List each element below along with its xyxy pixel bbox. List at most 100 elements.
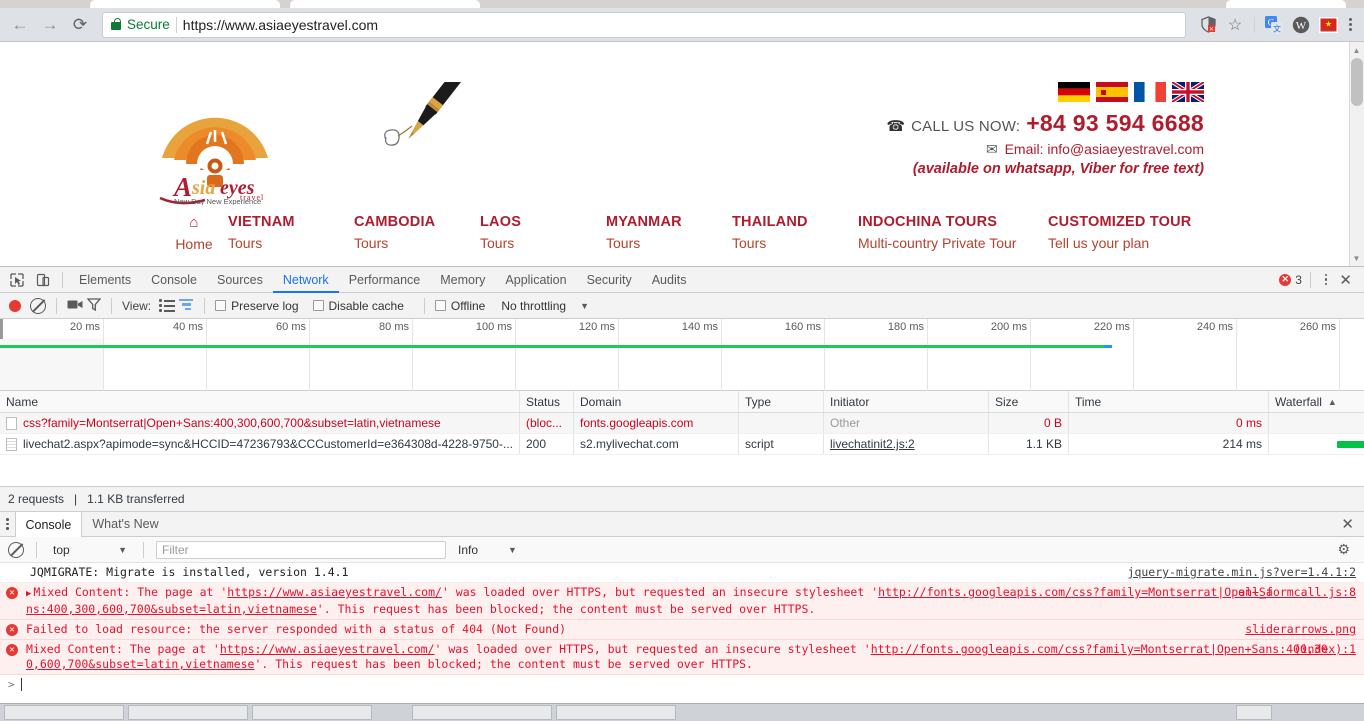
request-name-text: livechat2.aspx?apimode=sync&HCCID=472367… xyxy=(23,437,513,451)
nav-item-indochina-tours[interactable]: INDOCHINA TOURS Multi-country Private To… xyxy=(858,214,1048,252)
back-arrow-icon[interactable]: ← xyxy=(6,11,34,39)
filter-funnel-icon[interactable] xyxy=(86,297,102,314)
column-header-type[interactable]: Type xyxy=(739,391,824,412)
initiator-link[interactable]: livechatinit2.js:2 xyxy=(830,437,915,451)
log-level-select[interactable]: Info ▼ xyxy=(458,543,517,557)
google-translate-icon[interactable]: G文 xyxy=(1262,13,1286,37)
console-source-link[interactable]: all_formcall.js:8 xyxy=(1238,585,1356,600)
reload-icon[interactable]: ⟳ xyxy=(66,11,94,39)
console-message-error[interactable]: ✕ Failed to load resource: the server re… xyxy=(0,620,1364,640)
column-header-domain[interactable]: Domain xyxy=(574,391,739,412)
preserve-log-checkbox[interactable]: Preserve log xyxy=(215,299,299,313)
address-bar[interactable]: Secure https://www.asiaeyestravel.com xyxy=(102,11,1186,38)
inspect-element-icon[interactable] xyxy=(4,268,30,292)
browser-tab[interactable] xyxy=(290,0,480,8)
clear-icon[interactable] xyxy=(30,297,46,314)
table-row[interactable]: css?family=Montserrat|Open+Sans:400,300,… xyxy=(0,413,1364,434)
devtools-close-icon[interactable]: ✕ xyxy=(1335,271,1356,289)
error-count-badge[interactable]: ✕ 3 xyxy=(1279,273,1302,287)
tab-audits[interactable]: Audits xyxy=(642,267,697,293)
tab-network[interactable]: Network xyxy=(273,267,339,293)
tab-security[interactable]: Security xyxy=(577,267,642,293)
request-name[interactable]: css?family=Montserrat|Open+Sans:400,300,… xyxy=(0,413,520,433)
scrollbar-thumb[interactable] xyxy=(1351,58,1363,106)
console-prompt[interactable]: > xyxy=(0,675,1364,694)
console-source-link[interactable]: sliderarrows.png xyxy=(1245,622,1356,637)
clear-console-icon[interactable] xyxy=(8,541,24,558)
scroll-down-arrow-icon[interactable]: ▼ xyxy=(1349,250,1364,266)
column-header-initiator[interactable]: Initiator xyxy=(824,391,989,412)
offline-checkbox[interactable]: Offline xyxy=(434,299,485,313)
taskbar-item[interactable] xyxy=(412,705,552,720)
nav-item-cambodia[interactable]: CAMBODIA Tours xyxy=(354,214,480,252)
console-message-info[interactable]: JQMIGRATE: Migrate is installed, version… xyxy=(0,563,1364,583)
wordpress-icon[interactable]: W xyxy=(1289,13,1313,37)
three-dot-menu-icon[interactable] xyxy=(1343,18,1358,31)
flag-germany[interactable] xyxy=(1058,82,1090,102)
sidebar-item-home[interactable]: ⌂ Home xyxy=(160,214,228,252)
chevron-down-icon[interactable]: ▼ xyxy=(580,301,589,311)
request-name[interactable]: livechat2.aspx?apimode=sync&HCCID=472367… xyxy=(0,434,520,454)
adblock-icon[interactable]: ✕ xyxy=(1196,13,1220,37)
console-message-error[interactable]: ✕ Mixed Content: The page at 'https://ww… xyxy=(0,640,1364,675)
column-header-name[interactable]: Name xyxy=(0,391,520,412)
star-icon[interactable]: ☆ xyxy=(1223,13,1247,37)
tab-memory[interactable]: Memory xyxy=(430,267,495,293)
flag-spain[interactable] xyxy=(1096,82,1128,102)
flag-uk[interactable] xyxy=(1170,80,1206,104)
tab-performance[interactable]: Performance xyxy=(339,267,431,293)
waterfall-view-icon[interactable] xyxy=(179,298,194,313)
console-filter-input[interactable]: Filter xyxy=(156,540,446,559)
toggle-device-toolbar-icon[interactable] xyxy=(30,268,56,292)
column-header-status[interactable]: Status xyxy=(520,391,574,412)
tab-sources[interactable]: Sources xyxy=(207,267,273,293)
screenshot-camera-icon[interactable] xyxy=(67,298,83,314)
throttling-select[interactable]: No throttling xyxy=(501,299,566,313)
forward-arrow-icon[interactable]: → xyxy=(36,11,64,39)
taskbar-item[interactable] xyxy=(556,705,676,720)
devtools-more-menu-icon[interactable] xyxy=(1319,273,1334,286)
sort-ascending-icon[interactable]: ▲ xyxy=(1328,397,1337,407)
gear-icon[interactable]: ⚙ xyxy=(1337,541,1350,558)
scroll-up-arrow-icon[interactable]: ▲ xyxy=(1349,42,1364,58)
column-header-size[interactable]: Size xyxy=(989,391,1069,412)
timeline-left-handle[interactable] xyxy=(0,319,3,339)
tab-elements[interactable]: Elements xyxy=(69,267,141,293)
browser-tab[interactable] xyxy=(90,0,280,8)
table-row[interactable]: livechat2.aspx?apimode=sync&HCCID=472367… xyxy=(0,434,1364,455)
flag-france[interactable] xyxy=(1134,82,1166,102)
drawer-close-icon[interactable]: ✕ xyxy=(1341,515,1364,533)
nav-item-vietnam[interactable]: VIETNAM Tours xyxy=(228,214,354,252)
browser-tab[interactable] xyxy=(1226,0,1346,8)
expand-triangle-icon[interactable]: ▶ xyxy=(26,587,31,602)
console-source-link[interactable]: jquery-migrate.min.js?ver=1.4.1:2 xyxy=(1128,565,1356,580)
nav-item-customized-tour[interactable]: CUSTOMIZED TOUR Tell us your plan xyxy=(1048,214,1238,252)
site-logo[interactable]: A sia eyes travel New Day New Experience xyxy=(150,80,280,206)
page-scrollbar[interactable]: ▲ ▼ xyxy=(1349,42,1364,266)
request-initiator[interactable]: livechatinit2.js:2 xyxy=(824,434,989,454)
taskbar-item[interactable] xyxy=(4,705,124,720)
network-timeline-overview[interactable]: 20 ms 40 ms 60 ms 80 ms 100 ms 120 ms 14… xyxy=(0,319,1364,391)
phone-number[interactable]: +84 93 594 6688 xyxy=(1026,110,1204,137)
tab-console[interactable]: Console xyxy=(141,267,207,293)
record-icon[interactable] xyxy=(9,299,21,312)
console-message-error[interactable]: ✕ ▶ Mixed Content: The page at 'https://w… xyxy=(0,583,1364,620)
column-header-time[interactable]: Time xyxy=(1069,391,1269,412)
taskbar-item[interactable] xyxy=(128,705,248,720)
vietnam-flag-icon[interactable]: ★ xyxy=(1316,13,1340,37)
nav-item-thailand[interactable]: THAILAND Tours xyxy=(732,214,858,252)
drawer-menu-icon[interactable] xyxy=(0,518,15,530)
list-view-icon[interactable] xyxy=(159,299,176,312)
execution-context-select[interactable]: top ▼ xyxy=(49,543,131,557)
drawer-tab-whats-new[interactable]: What's New xyxy=(82,512,168,537)
nav-item-laos[interactable]: LAOS Tours xyxy=(480,214,606,252)
column-header-waterfall[interactable]: Waterfall ▲ xyxy=(1269,391,1364,412)
drawer-tab-console[interactable]: Console xyxy=(14,511,83,538)
taskbar-item[interactable] xyxy=(252,705,372,720)
console-source-link[interactable]: (index):1 xyxy=(1294,642,1356,657)
disable-cache-checkbox[interactable]: Disable cache xyxy=(312,299,404,313)
nav-item-myanmar[interactable]: MYANMAR Tours xyxy=(606,214,732,252)
email-address[interactable]: info@asiaeyestravel.com xyxy=(1047,141,1204,157)
taskbar-item[interactable] xyxy=(1236,705,1272,720)
tab-application[interactable]: Application xyxy=(495,267,576,293)
